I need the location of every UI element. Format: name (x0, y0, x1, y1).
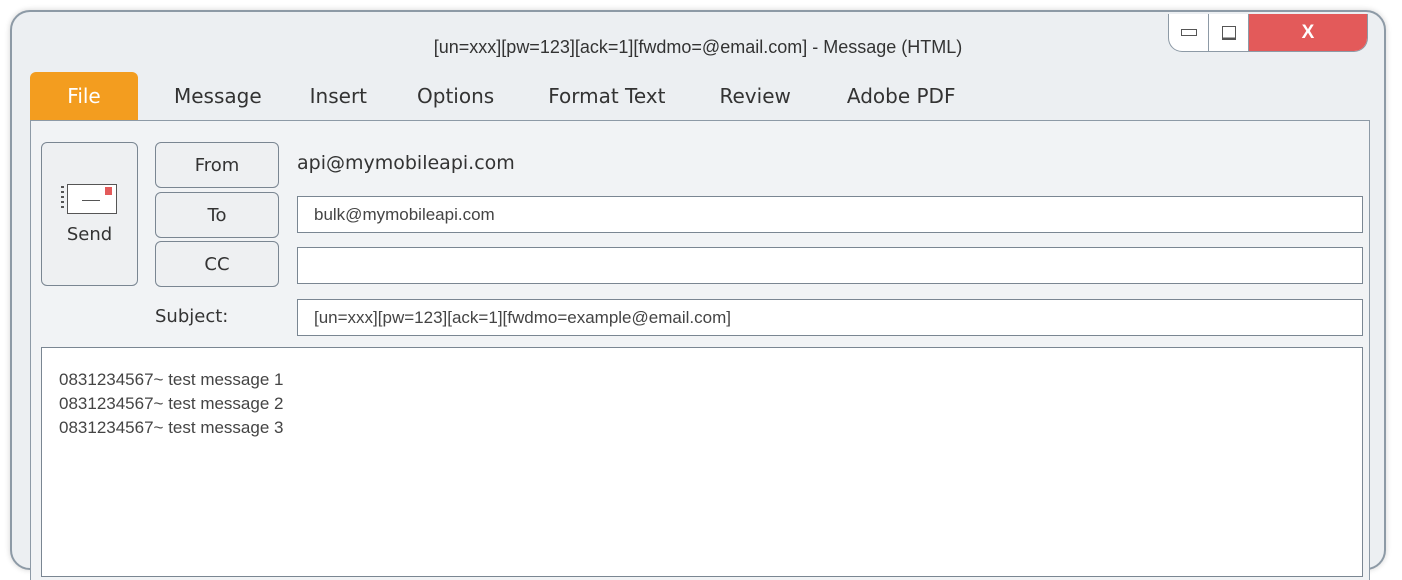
subject-label: Subject: (155, 306, 229, 327)
send-button[interactable]: Send (41, 142, 138, 286)
tab-format-text[interactable]: Format Text (548, 84, 665, 108)
tab-message[interactable]: Message (174, 84, 262, 108)
body-line: 0831234567~ test message 3 (59, 418, 284, 437)
window-controls: X (1168, 14, 1368, 52)
message-window: [un=xxx][pw=123][ack=1][fwdmo=@email.com… (10, 10, 1386, 580)
body-line: 0831234567~ test message 1 (59, 370, 284, 389)
to-button[interactable]: To (155, 192, 279, 238)
tab-insert[interactable]: Insert (310, 84, 367, 108)
restore-icon[interactable] (1209, 14, 1249, 51)
tab-file[interactable]: File (30, 72, 138, 120)
send-envelope-icon (60, 183, 119, 216)
cc-field[interactable] (297, 247, 1363, 284)
close-button[interactable]: X (1249, 14, 1367, 51)
cc-button[interactable]: CC (155, 241, 279, 287)
tab-review[interactable]: Review (720, 84, 791, 108)
send-label: Send (66, 223, 113, 245)
tab-adobe-pdf[interactable]: Adobe PDF (847, 84, 956, 108)
ribbon-tabs: File Message Insert Options Format Text … (30, 72, 1013, 120)
from-address: api@mymobileapi.com (297, 152, 515, 174)
from-button[interactable]: From (155, 142, 279, 188)
to-field[interactable]: bulk@mymobileapi.com (297, 196, 1363, 233)
subject-field[interactable]: [un=xxx][pw=123][ack=1][fwdmo=example@em… (297, 299, 1363, 336)
tab-options[interactable]: Options (417, 84, 494, 108)
body-line: 0831234567~ test message 2 (59, 394, 284, 413)
message-body[interactable]: 0831234567~ test message 1 0831234567~ t… (41, 347, 1363, 577)
minimize-icon[interactable] (1169, 14, 1209, 51)
